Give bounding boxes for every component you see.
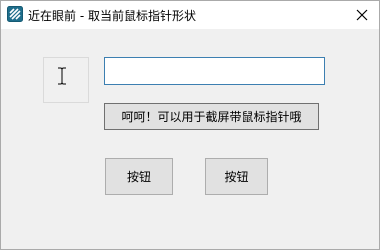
title-bar[interactable]: 近在眼前 - 取当前鼠标指针形状 <box>1 1 379 29</box>
capture-cursor-button[interactable]: 呵呵！可以用于截屏带鼠标指针哦 <box>104 103 319 130</box>
button-2-label: 按钮 <box>224 170 249 184</box>
button-2[interactable]: 按钮 <box>205 158 268 195</box>
cursor-preview-box <box>43 57 89 103</box>
close-button[interactable] <box>345 1 379 29</box>
app-window: 近在眼前 - 取当前鼠标指针形状 呵呵！可以用于截屏带鼠标指针哦 按钮 按钮 <box>0 0 380 250</box>
app-logo-icon <box>7 6 23 22</box>
text-cursor-ibeam-icon <box>58 67 66 85</box>
close-icon <box>356 9 368 21</box>
capture-cursor-button-label: 呵呵！可以用于截屏带鼠标指针哦 <box>121 110 302 124</box>
text-input[interactable] <box>104 57 325 85</box>
button-1-label: 按钮 <box>126 170 151 184</box>
button-1[interactable]: 按钮 <box>105 158 173 195</box>
window-title: 近在眼前 - 取当前鼠标指针形状 <box>28 9 196 23</box>
window-content: 呵呵！可以用于截屏带鼠标指针哦 按钮 按钮 <box>1 29 379 249</box>
